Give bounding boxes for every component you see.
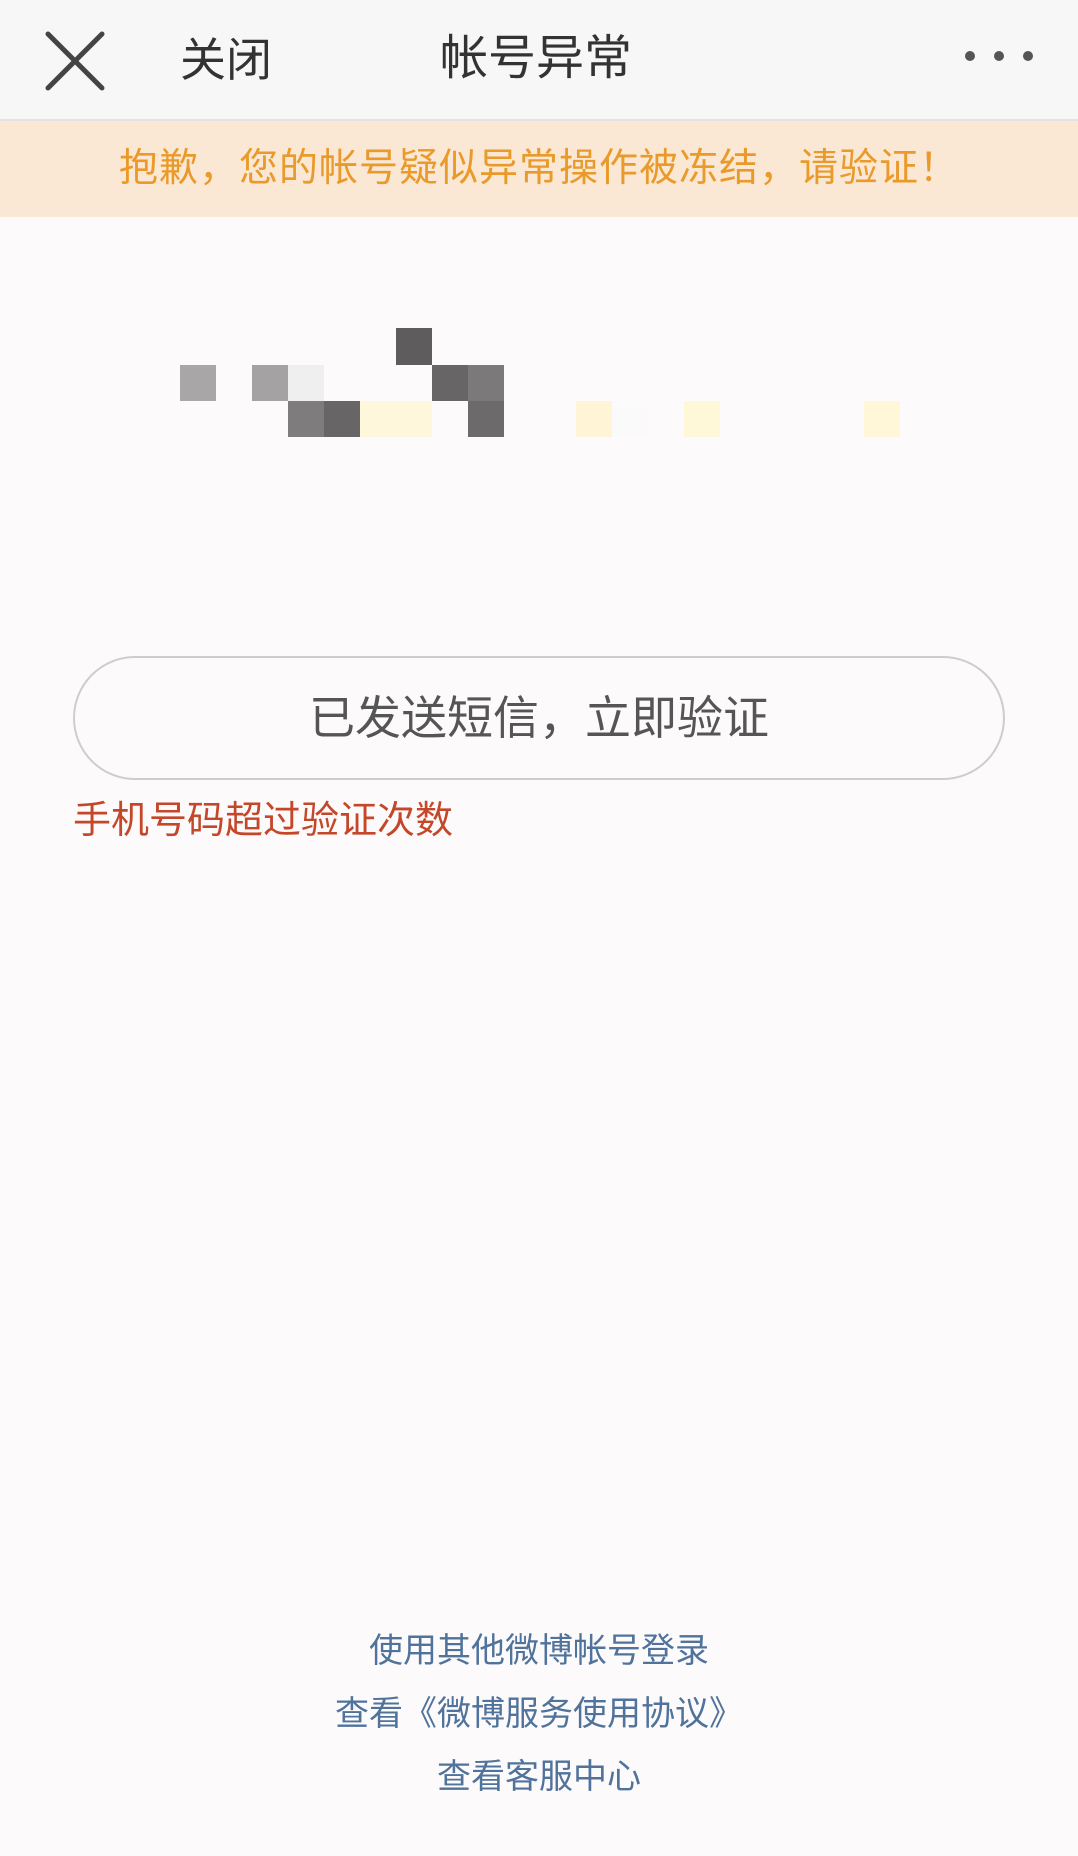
footer-links: 使用其他微博帐号登录 查看《微博服务使用协议》 查看客服中心 — [0, 1620, 1078, 1809]
other-account-login-link[interactable]: 使用其他微博帐号登录 — [0, 1620, 1078, 1683]
verify-now-button[interactable]: 已发送短信，立即验证 — [73, 656, 1005, 780]
close-button[interactable]: 关闭 — [180, 30, 272, 90]
page-title: 帐号异常 — [440, 30, 633, 86]
account-frozen-banner: 抱歉，您的帐号疑似异常操作被冻结，请验证！ — [0, 121, 1078, 217]
customer-service-link[interactable]: 查看客服中心 — [0, 1746, 1078, 1809]
top-nav-bar: 关闭 帐号异常 — [0, 0, 1078, 121]
masked-account-info — [180, 328, 900, 437]
close-icon[interactable] — [40, 26, 110, 96]
verify-error-message: 手机号码超过验证次数 — [73, 798, 454, 842]
more-icon[interactable] — [960, 46, 1038, 66]
service-agreement-link[interactable]: 查看《微博服务使用协议》 — [0, 1683, 1078, 1746]
